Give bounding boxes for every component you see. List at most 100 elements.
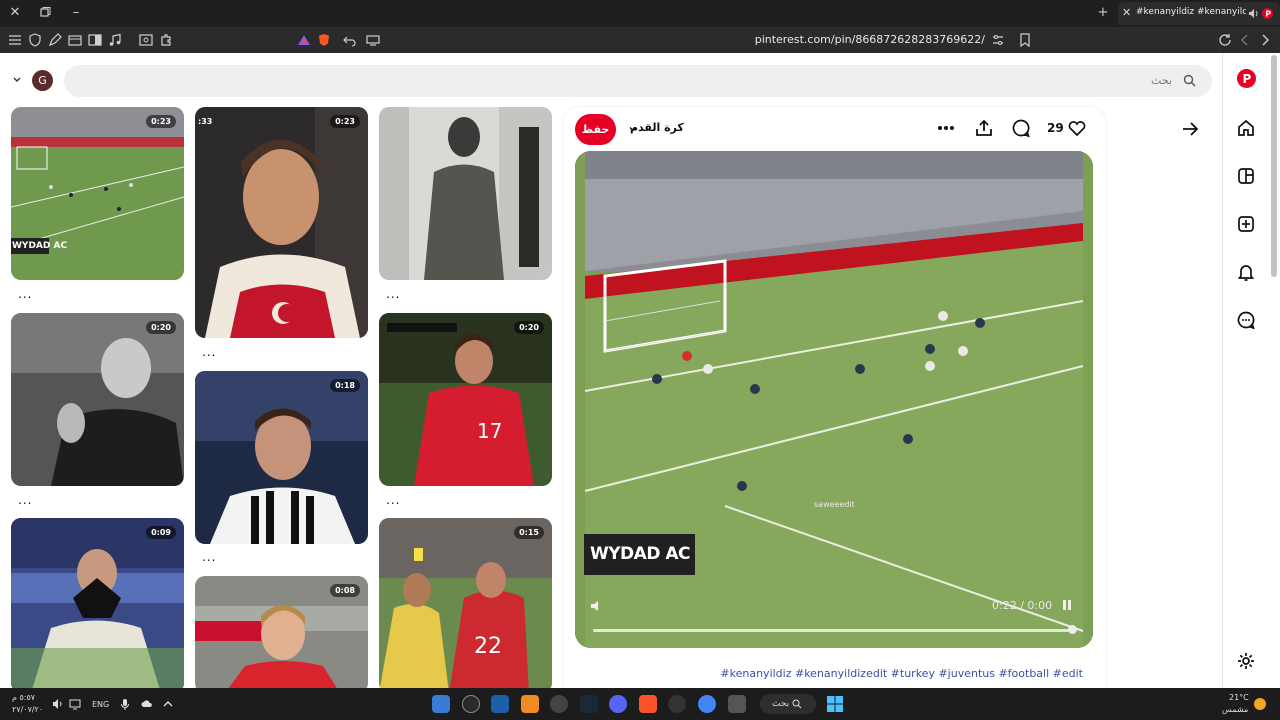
messages-icon[interactable] <box>1236 310 1256 330</box>
new-tab-icon[interactable]: + <box>1094 4 1112 22</box>
app-icon-file-explorer[interactable] <box>728 695 746 713</box>
pinterest-favicon-icon: P <box>1262 8 1273 19</box>
shield-icon[interactable] <box>27 32 43 48</box>
svg-text:22: 22 <box>474 634 502 659</box>
app-icon-chrome[interactable] <box>698 695 716 713</box>
app-icon-steelseries[interactable] <box>668 695 686 713</box>
video-progress-bar[interactable] <box>593 629 1074 632</box>
video-pin-thumbnail[interactable]: 17 0:20 <box>379 313 552 486</box>
player-gesture-image <box>11 518 184 688</box>
microphone-icon[interactable] <box>119 698 131 710</box>
language-indicator[interactable]: ENG <box>92 700 109 709</box>
tabs-icon[interactable] <box>67 32 83 48</box>
back-arrow-icon[interactable] <box>1179 118 1201 140</box>
app-icon-steam[interactable] <box>580 695 598 713</box>
video-pin-thumbnail[interactable] <box>379 107 552 280</box>
brave-shields-icon[interactable] <box>316 32 332 48</box>
menu-icon[interactable] <box>7 32 23 48</box>
screenshot-icon[interactable] <box>138 32 154 48</box>
comment-icon[interactable] <box>1011 118 1031 138</box>
save-button[interactable]: حفظ <box>575 114 616 145</box>
svg-text:P: P <box>1265 9 1271 18</box>
speaker-icon[interactable] <box>52 698 64 710</box>
sidebar-icon[interactable] <box>87 32 103 48</box>
weather-condition: مشمس <box>1222 705 1249 714</box>
player-portrait-image <box>195 107 368 338</box>
app-icon-vlc[interactable] <box>521 695 539 713</box>
more-options-button[interactable]: ... <box>386 494 400 506</box>
notifications-bell-icon[interactable] <box>1236 262 1256 282</box>
browser-toolbar: pinterest.com/pin/866872628283769622/ <box>0 27 1280 53</box>
more-options-button[interactable]: ... <box>18 494 32 506</box>
video-pin-thumbnail[interactable]: 0:20 <box>11 313 184 486</box>
more-options-icon[interactable] <box>936 118 956 138</box>
create-icon[interactable] <box>1236 214 1256 234</box>
taskbar-search-label: بحث <box>772 699 790 709</box>
music-icon[interactable] <box>107 32 123 48</box>
chevron-down-icon[interactable] <box>12 75 22 85</box>
more-options-button[interactable]: ... <box>202 551 216 563</box>
undo-icon[interactable] <box>342 32 358 48</box>
app-icon-notes[interactable] <box>432 695 450 713</box>
reload-icon[interactable] <box>1217 32 1233 48</box>
windows-start-icon[interactable] <box>827 696 843 712</box>
video-pin-thumbnail[interactable]: 0:09 <box>11 518 184 688</box>
cloud-icon[interactable] <box>141 698 153 710</box>
video-time: 0:22 / 0:00 <box>992 599 1053 612</box>
duration-badge: 0:23 <box>146 115 176 128</box>
bookmark-icon[interactable] <box>1017 32 1033 48</box>
more-options-button[interactable]: ... <box>386 288 400 300</box>
heart-icon[interactable] <box>1067 118 1087 138</box>
video-pin-thumbnail[interactable]: WYDAD AC 0:23 <box>11 107 184 280</box>
duration-badge: 0:09 <box>146 526 176 539</box>
app-icon-brave[interactable] <box>639 695 657 713</box>
browser-tab-active[interactable]: ✕ #kenanyildiz #kenanyildizedit P <box>1118 2 1280 25</box>
share-icon[interactable] <box>974 118 994 138</box>
svg-text:17: 17 <box>477 419 502 443</box>
chevron-up-icon[interactable] <box>162 698 174 710</box>
settings-gear-icon[interactable] <box>1236 651 1256 671</box>
more-options-button[interactable]: ... <box>18 288 32 300</box>
address-bar[interactable]: pinterest.com/pin/866872628283769622/ <box>700 33 985 46</box>
likes-count: 29 <box>1047 121 1064 135</box>
pin-hashtags[interactable]: #kenanyildiz #kenanyildizedit #turkey #j… <box>700 667 1083 680</box>
close-window-icon[interactable]: ✕ <box>6 4 24 22</box>
audio-playing-icon[interactable] <box>1248 8 1259 19</box>
video-pin-thumbnail[interactable]: :33 0:23 <box>195 107 368 338</box>
pinterest-logo-icon[interactable]: P <box>1237 69 1256 88</box>
clock-date: ٢٧/٠٧/٢٠ <box>12 705 44 714</box>
cast-icon[interactable] <box>365 32 381 48</box>
volume-icon[interactable] <box>589 599 603 613</box>
network-icon[interactable] <box>69 698 81 710</box>
forward-icon[interactable] <box>1257 32 1273 48</box>
sun-weather-icon[interactable] <box>1252 696 1268 712</box>
restore-window-icon[interactable] <box>36 4 54 22</box>
app-icon-steam-alt[interactable] <box>491 695 509 713</box>
boards-icon[interactable] <box>1236 166 1256 186</box>
video-pin-thumbnail[interactable]: 0:18 <box>195 371 368 544</box>
referee-card-image: 22 <box>379 518 552 688</box>
chevron-down-icon[interactable] <box>627 123 639 135</box>
more-options-button[interactable]: ... <box>202 346 216 358</box>
back-icon[interactable] <box>1237 32 1253 48</box>
pause-icon[interactable] <box>1061 599 1073 611</box>
duration-badge: 0:20 <box>146 321 176 334</box>
pen-icon[interactable] <box>47 32 63 48</box>
home-icon[interactable] <box>1236 118 1256 138</box>
taskbar-search[interactable]: بحث <box>760 694 816 714</box>
video-pin-thumbnail[interactable]: 0:08 <box>195 576 368 688</box>
page-scrollbar[interactable] <box>1271 55 1277 277</box>
duration-badge: 0:23 <box>330 115 360 128</box>
tab-close-icon[interactable]: ✕ <box>1122 6 1131 19</box>
extensions-icon[interactable] <box>158 32 174 48</box>
site-settings-icon[interactable] <box>990 32 1006 48</box>
minimize-window-icon[interactable]: – <box>67 4 85 22</box>
video-progress-handle[interactable] <box>1068 625 1077 634</box>
app-icon-discord[interactable] <box>609 695 627 713</box>
search-input[interactable]: بحث <box>64 65 1212 97</box>
app-icon-xbox[interactable] <box>550 695 568 713</box>
avatar[interactable]: G <box>32 70 53 91</box>
video-pin-thumbnail[interactable]: 22 0:15 <box>379 518 552 688</box>
app-icon-obs[interactable] <box>462 695 480 713</box>
brave-rewards-icon[interactable] <box>296 32 312 48</box>
